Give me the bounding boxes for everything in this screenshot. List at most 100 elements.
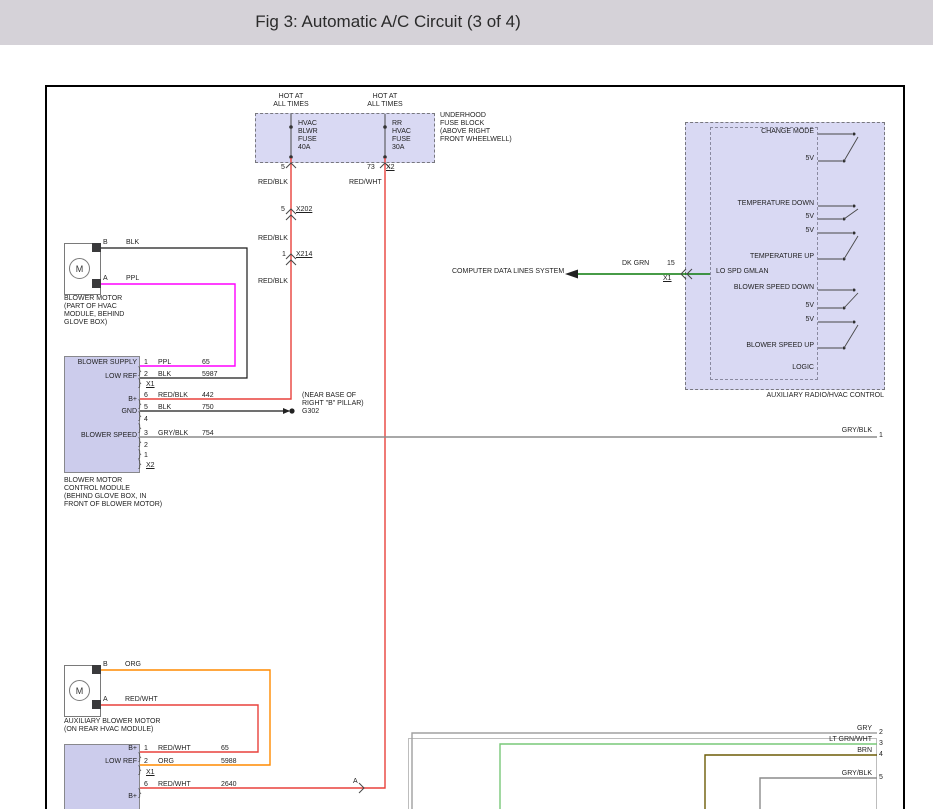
data-lines-label: COMPUTER DATA LINES SYSTEM — [452, 268, 564, 276]
circuit-number: 5988 — [221, 758, 237, 766]
wire-name: BLK — [158, 404, 171, 412]
connector-x202-label: X202 — [296, 206, 312, 214]
label-5v: 5V — [712, 213, 814, 221]
terminal-label: A — [103, 275, 108, 283]
wiring-diagram-page: { "header": { "title": "Fig 3: Automatic… — [0, 0, 933, 809]
wire-name: BLK — [126, 239, 139, 247]
wire-label-gry: GRY — [772, 725, 872, 733]
connector-a-label: A — [353, 778, 358, 786]
label-5v: 5V — [712, 316, 814, 324]
wire-name: PPL — [158, 359, 171, 367]
label-temperature-up: TEMPERATURE UP — [712, 253, 814, 261]
module-label-gnd: GND — [67, 408, 137, 416]
hot-at-all-times-left: HOT AT ALL TIMES — [261, 93, 321, 109]
wire-label-red-blk: RED/BLK — [258, 179, 288, 187]
aux-motor-caption: AUXILIARY BLOWER MOTOR (ON REAR HVAC MOD… — [64, 718, 160, 734]
pin-number: 4 — [144, 416, 148, 424]
label-5v: 5V — [712, 155, 814, 163]
edge-pin-number: 5 — [879, 774, 883, 782]
label-lo-spd-gmlan: LO SPD GMLAN — [716, 268, 769, 276]
pin-number: 3 — [144, 430, 148, 438]
pin-number: 2 — [144, 442, 148, 450]
terminal-label: B — [103, 239, 108, 247]
label-blower-speed-down: BLOWER SPEED DOWN — [712, 284, 814, 292]
wire-label-red-blk: RED/BLK — [258, 278, 288, 286]
pin-bracket — [138, 373, 141, 391]
wire-label-gry-blk: GRY/BLK — [772, 770, 872, 778]
pin-number: 2 — [144, 371, 148, 379]
wire-name: RED/WHT — [125, 696, 158, 704]
wire-label-brn: BRN — [772, 747, 872, 755]
connector-pin-number: 5 — [281, 206, 285, 214]
circuit-number: 754 — [202, 430, 214, 438]
wire-name: RED/BLK — [158, 392, 188, 400]
label-logic: LOGIC — [712, 364, 814, 372]
fuse-pin-number: 5 — [281, 164, 285, 172]
module-label-low-ref: LOW REF — [67, 758, 137, 766]
label-5v: 5V — [712, 227, 814, 235]
aux-blower-motor-symbol: M — [69, 680, 90, 701]
figure-title: Fig 3: Automatic A/C Circuit (3 of 4) — [255, 12, 520, 32]
fuse-rr-hvac-label: RR HVAC FUSE 30A — [392, 120, 411, 152]
connector-x214-label: X214 — [296, 251, 312, 259]
fuse-hvac-blwr-label: HVAC BLWR FUSE 40A — [298, 120, 318, 152]
pin-number: 5 — [144, 404, 148, 412]
circuit-number: 5987 — [202, 371, 218, 379]
pin-number: 6 — [144, 392, 148, 400]
connector-x2-label: X2 — [146, 462, 155, 470]
aux-blower-motor-terminal-b-block — [92, 665, 101, 674]
circuit-number: 442 — [202, 392, 214, 400]
terminal-label: A — [103, 696, 108, 704]
ground-name: G302 — [302, 408, 319, 416]
connector-x2-label: X2 — [386, 164, 395, 172]
aux-blower-motor-terminal-a-block — [92, 700, 101, 709]
wire-name: BLK — [158, 371, 171, 379]
wire-name: ORG — [125, 661, 141, 669]
blower-motor-terminal-b-block — [92, 243, 101, 252]
module-label-blower-supply: BLOWER SUPPLY — [67, 359, 137, 367]
pin-bracket — [138, 454, 141, 472]
module-label-b-plus: B+ — [67, 793, 137, 801]
wire-label-dk-grn: DK GRN — [622, 260, 649, 268]
ground-caption: (NEAR BASE OF RIGHT "B" PILLAR) — [302, 392, 364, 408]
fuse-pin-number: 73 — [367, 164, 375, 172]
circuit-number: 65 — [221, 745, 229, 753]
terminal-label: B — [103, 661, 108, 669]
pin-number: 1 — [144, 745, 148, 753]
connector-x1-label: X1 — [146, 769, 155, 777]
hot-at-all-times-right: HOT AT ALL TIMES — [355, 93, 415, 109]
aux-control-caption: AUXILIARY RADIO/HVAC CONTROL — [700, 392, 884, 400]
circuit-number: 2640 — [221, 781, 237, 789]
circuit-number: 65 — [202, 359, 210, 367]
label-change-mode: CHANGE MODE — [712, 128, 814, 136]
edge-pin-number: 4 — [879, 751, 883, 759]
module-label-blower-speed: BLOWER SPEED — [67, 432, 137, 440]
module-label-low-ref: LOW REF — [67, 373, 137, 381]
fuse-block-caption: UNDERHOOD FUSE BLOCK (ABOVE RIGHT FRONT … — [440, 112, 512, 144]
control-module-caption: BLOWER MOTOR CONTROL MODULE (BEHIND GLOV… — [64, 477, 162, 509]
blower-motor-symbol: M — [69, 258, 90, 279]
wire-name: ORG — [158, 758, 174, 766]
wire-label-lt-grn-wht: LT GRN/WHT — [772, 736, 872, 744]
wire-name: RED/WHT — [158, 781, 191, 789]
edge-pin-number: 2 — [879, 729, 883, 737]
wire-label-red-wht: RED/WHT — [349, 179, 382, 187]
connector-pin-number: 15 — [667, 260, 675, 268]
blower-motor-caption: BLOWER MOTOR (PART OF HVAC MODULE, BEHIN… — [64, 295, 124, 327]
pin-bracket — [138, 783, 141, 801]
edge-pin-number: 1 — [879, 432, 883, 440]
edge-pin-number: 3 — [879, 740, 883, 748]
pin-number: 6 — [144, 781, 148, 789]
label-blower-speed-up: BLOWER SPEED UP — [712, 342, 814, 350]
wire-name: RED/WHT — [158, 745, 191, 753]
wire-name: GRY/BLK — [158, 430, 188, 438]
wire-name: PPL — [126, 275, 139, 283]
connector-x1-label: X1 — [146, 381, 155, 389]
wire-label-red-blk: RED/BLK — [258, 235, 288, 243]
pin-number: 2 — [144, 758, 148, 766]
module-label-b-plus: B+ — [67, 396, 137, 404]
pin-bracket — [138, 760, 141, 778]
circuit-number: 750 — [202, 404, 214, 412]
module-label-b-plus: B+ — [67, 745, 137, 753]
pin-number: 1 — [144, 452, 148, 460]
